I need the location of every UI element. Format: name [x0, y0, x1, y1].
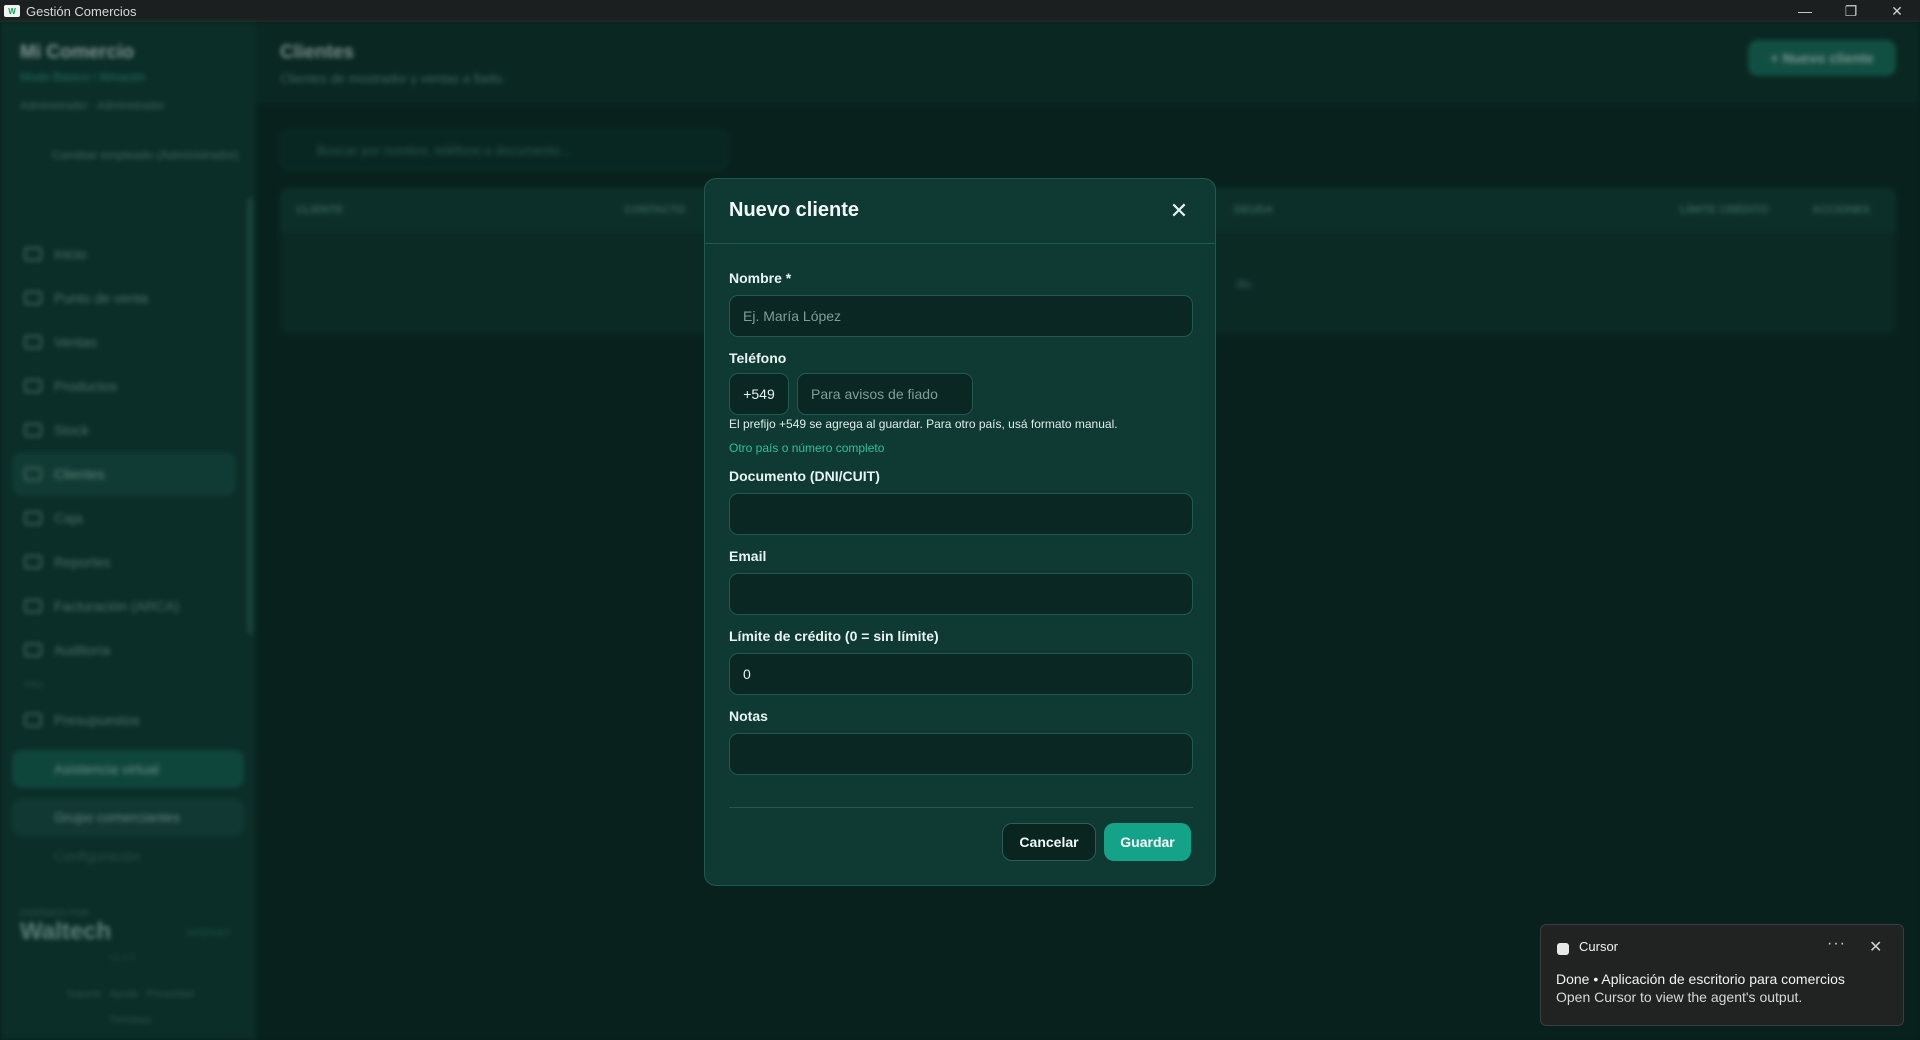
phone-prefix[interactable]: +549	[729, 373, 789, 415]
toast-app-name: Cursor	[1579, 939, 1619, 954]
credit-limit-label: Límite de crédito (0 = sin límite)	[729, 628, 939, 644]
cancel-button[interactable]: Cancelar	[1002, 823, 1096, 861]
notes-label: Notas	[729, 708, 768, 724]
dialog-header: Nuevo cliente ✕	[705, 179, 1215, 244]
more-options-icon[interactable]: ···	[1827, 935, 1846, 953]
cursor-app-icon	[1557, 943, 1569, 955]
new-client-dialog: Nuevo cliente ✕ Nombre * Teléfono +549 E…	[704, 178, 1216, 886]
document-label: Documento (DNI/CUIT)	[729, 468, 880, 484]
toast-message: Done • Aplicación de escritorio para com…	[1556, 971, 1845, 987]
notes-input[interactable]	[729, 733, 1193, 775]
dialog-title: Nuevo cliente	[729, 199, 860, 221]
dialog-divider	[729, 807, 1193, 808]
window-title: Gestión Comercios	[26, 3, 137, 19]
phone-label: Teléfono	[729, 350, 787, 366]
app-logo-icon: W	[4, 5, 20, 17]
toast-detail: Open Cursor to view the agent's output.	[1556, 989, 1803, 1005]
credit-limit-input[interactable]	[729, 653, 1193, 695]
save-button[interactable]: Guardar	[1104, 823, 1191, 861]
window-close-button[interactable]: ✕	[1874, 0, 1920, 22]
window-controls: — ❐ ✕	[1782, 0, 1920, 22]
notification-toast[interactable]: Cursor ··· ✕ Done • Aplicación de escrit…	[1540, 924, 1904, 1026]
email-input[interactable]	[729, 573, 1193, 615]
email-label: Email	[729, 548, 767, 564]
document-input[interactable]	[729, 493, 1193, 535]
name-input[interactable]	[729, 295, 1193, 337]
other-country-link[interactable]: Otro país o número completo	[729, 441, 884, 455]
name-label: Nombre *	[729, 270, 792, 286]
window-titlebar: W Gestión Comercios — ❐ ✕	[0, 0, 1920, 22]
phone-hint: El prefijo +549 se agrega al guardar. Pa…	[729, 417, 1118, 431]
toast-close-icon[interactable]: ✕	[1869, 937, 1882, 957]
restore-button[interactable]: ❐	[1828, 0, 1874, 22]
close-icon[interactable]: ✕	[1169, 200, 1189, 222]
minimize-button[interactable]: —	[1782, 0, 1828, 22]
phone-input[interactable]	[797, 373, 973, 415]
